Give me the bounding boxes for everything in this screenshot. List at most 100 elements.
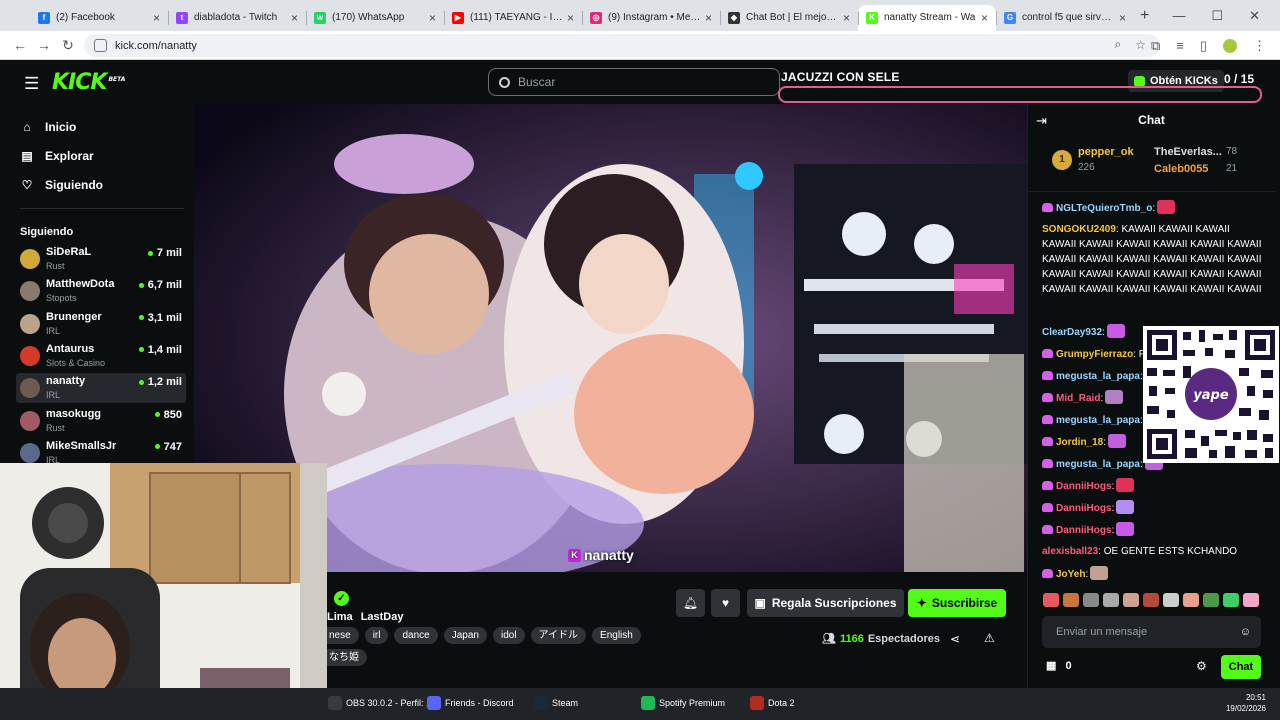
chat-username[interactable]: DanniiHogs	[1056, 481, 1112, 492]
stream-tag[interactable]: dance	[394, 627, 438, 644]
chat-message-input[interactable]: Enviar un mensaje ☺	[1042, 616, 1261, 648]
chat-username[interactable]: NGLTeQuieroTmb_o	[1056, 203, 1152, 214]
emote-icon[interactable]	[1123, 593, 1139, 607]
chat-username[interactable]: Jordin_18	[1056, 437, 1103, 448]
emote-icon[interactable]	[1103, 593, 1119, 607]
reading-list-icon[interactable]: ▯	[1200, 38, 1207, 54]
back-icon[interactable]: ←	[8, 37, 32, 53]
emote-icon[interactable]	[1223, 593, 1239, 607]
close-tab-icon[interactable]: ×	[153, 11, 160, 25]
sidebar-channel[interactable]: MatthewDota Stopots 6,7 mil	[16, 276, 186, 306]
chat-username[interactable]: megusta_la_papa	[1056, 459, 1140, 470]
notify-bell-button[interactable]: 🔔︎	[676, 589, 705, 617]
browser-tab[interactable]: ▶ (111) TAEYANG - I'LL BE T ×	[444, 5, 582, 31]
leaderboard-second-name[interactable]: TheEverlas...	[1154, 146, 1222, 158]
close-tab-icon[interactable]: ×	[981, 11, 988, 25]
browser-menu-icon[interactable]: ⋮	[1253, 38, 1266, 54]
gift-subs-button[interactable]: ▣ Regala Suscripciones	[747, 589, 904, 617]
share-icon[interactable]: ⋖	[950, 632, 960, 646]
stream-tag-secondary[interactable]: なち姫	[327, 649, 367, 666]
chat-username[interactable]: DanniiHogs	[1056, 503, 1112, 514]
browser-tab[interactable]: w (170) WhatsApp ×	[306, 5, 444, 31]
chat-username[interactable]: SONGOKU2409	[1042, 224, 1116, 235]
browser-tab[interactable]: ◎ (9) Instagram • Mensajes ×	[582, 5, 720, 31]
forward-icon[interactable]: →	[32, 37, 56, 53]
sidebar-nav-explore[interactable]: ▤ Explorar	[20, 149, 93, 163]
browser-tab[interactable]: Gcontrol f5 que sirve - Bus ×	[996, 5, 1134, 31]
reload-icon[interactable]: ↻	[56, 37, 80, 54]
address-bar[interactable]: kick.com/nanatty	[84, 34, 1160, 57]
close-tab-icon[interactable]: ×	[429, 11, 436, 25]
chat-username[interactable]: Mid_Raid	[1056, 393, 1100, 404]
minimize-icon[interactable]: —	[1172, 8, 1185, 23]
leaderboard-first-name[interactable]: pepper_ok	[1078, 146, 1134, 158]
chat-settings-icon[interactable]: ⚙	[1196, 659, 1207, 673]
emote-icon[interactable]	[1183, 593, 1199, 607]
kick-logo-icon: K	[568, 548, 581, 562]
taskbar-app[interactable]: Dota 2	[750, 696, 795, 710]
sidebar-nav-home[interactable]: ⌂ Inicio	[20, 120, 76, 134]
browser-tab[interactable]: Knanatty Stream - Wa ×	[858, 4, 996, 31]
close-window-icon[interactable]: ✕	[1249, 8, 1260, 24]
emote-icon[interactable]	[1243, 593, 1259, 607]
stream-tag[interactable]: English	[592, 627, 641, 644]
emote-icon[interactable]	[1203, 593, 1219, 607]
close-tab-icon[interactable]: ×	[705, 11, 712, 25]
bookmark-star-icon[interactable]: ☆	[1135, 38, 1146, 52]
site-info-icon[interactable]	[94, 39, 107, 52]
new-tab-button[interactable]: +	[1140, 7, 1149, 25]
close-tab-icon[interactable]: ×	[567, 11, 574, 25]
chest-points[interactable]: ▦ 0	[1046, 659, 1072, 672]
close-tab-icon[interactable]: ×	[843, 11, 850, 25]
taskbar-app[interactable]: Spotify Premium	[641, 696, 725, 710]
taskbar-app[interactable]: Friends - Discord	[427, 696, 514, 710]
stream-tag[interactable]: irl	[364, 627, 389, 644]
send-chat-button[interactable]: Chat	[1221, 655, 1261, 679]
sidebar-channel[interactable]: Brunenger IRL 3,1 mil	[16, 309, 186, 339]
chat-username[interactable]: GrumpyFierrazo	[1056, 349, 1133, 360]
chat-username[interactable]: megusta_la_papa	[1056, 371, 1140, 382]
extensions-icon[interactable]: ⧉	[1151, 38, 1160, 54]
browser-tab[interactable]: ◆ Chat Bot | El mejor softw ×	[720, 5, 858, 31]
sidebar-nav-following[interactable]: ♡ Siguiendo	[20, 178, 103, 192]
taskbar-app[interactable]: Steam	[534, 696, 578, 710]
system-clock[interactable]: 20:51 19/02/2026	[1226, 692, 1266, 714]
stream-tag[interactable]: nese	[327, 627, 359, 644]
profile-avatar[interactable]	[1223, 38, 1237, 53]
close-tab-icon[interactable]: ×	[1119, 11, 1126, 25]
tab-title: nanatty Stream - Wa	[884, 12, 976, 23]
browser-tab[interactable]: f (2) Facebook ×	[30, 5, 168, 31]
emote-icon[interactable]	[1063, 593, 1079, 607]
stream-tag[interactable]: idol	[492, 627, 525, 644]
chat-username[interactable]: ClearDay932	[1042, 327, 1102, 338]
maximize-icon[interactable]: ☐	[1211, 8, 1223, 24]
stream-tag[interactable]: アイドル	[530, 627, 587, 644]
chat-username[interactable]: DanniiHogs	[1056, 525, 1112, 536]
close-tab-icon[interactable]: ×	[291, 11, 298, 25]
stream-tag[interactable]: Japan	[443, 627, 487, 644]
search-input[interactable]: Buscar	[488, 68, 780, 96]
kick-logo[interactable]: KICK BETA	[52, 70, 125, 95]
media-icon[interactable]: ≡	[1176, 38, 1184, 53]
subscribe-button[interactable]: ✦ Suscribirse	[908, 589, 1006, 617]
browser-tab[interactable]: t diabladota - Twitch ×	[168, 5, 306, 31]
sidebar-channel[interactable]: Antaurus Slots & Casino 1,4 mil	[16, 341, 186, 371]
chat-username[interactable]: megusta_la_papa	[1056, 415, 1140, 426]
emote-icon[interactable]	[1043, 593, 1059, 607]
sidebar-channel[interactable]: nanatty IRL 1,2 mil	[16, 373, 186, 404]
emote-icon[interactable]	[1143, 593, 1159, 607]
chat-username[interactable]: JoYeh	[1056, 569, 1085, 580]
chat-username[interactable]: alexisball23	[1042, 546, 1098, 557]
emote-icon[interactable]	[1083, 593, 1099, 607]
sidebar-channel[interactable]: SiDeRaL Rust 7 mil	[16, 244, 186, 274]
sidebar-channel[interactable]: masokugg Rust 850	[16, 406, 186, 436]
channel-avatar	[20, 281, 40, 302]
leaderboard-third-name[interactable]: Caleb0055	[1154, 163, 1208, 175]
emote-icon[interactable]	[1163, 593, 1179, 607]
follow-heart-button[interactable]: ♥	[711, 589, 740, 617]
menu-icon[interactable]: ☰	[24, 74, 39, 94]
taskbar-app[interactable]: OBS 30.0.2 - Perfil: ...	[328, 696, 434, 710]
emoji-icon[interactable]: ☺	[1240, 626, 1251, 638]
zoom-icon[interactable]: ⌕	[1115, 37, 1122, 52]
report-icon[interactable]: ⚠	[984, 631, 995, 645]
